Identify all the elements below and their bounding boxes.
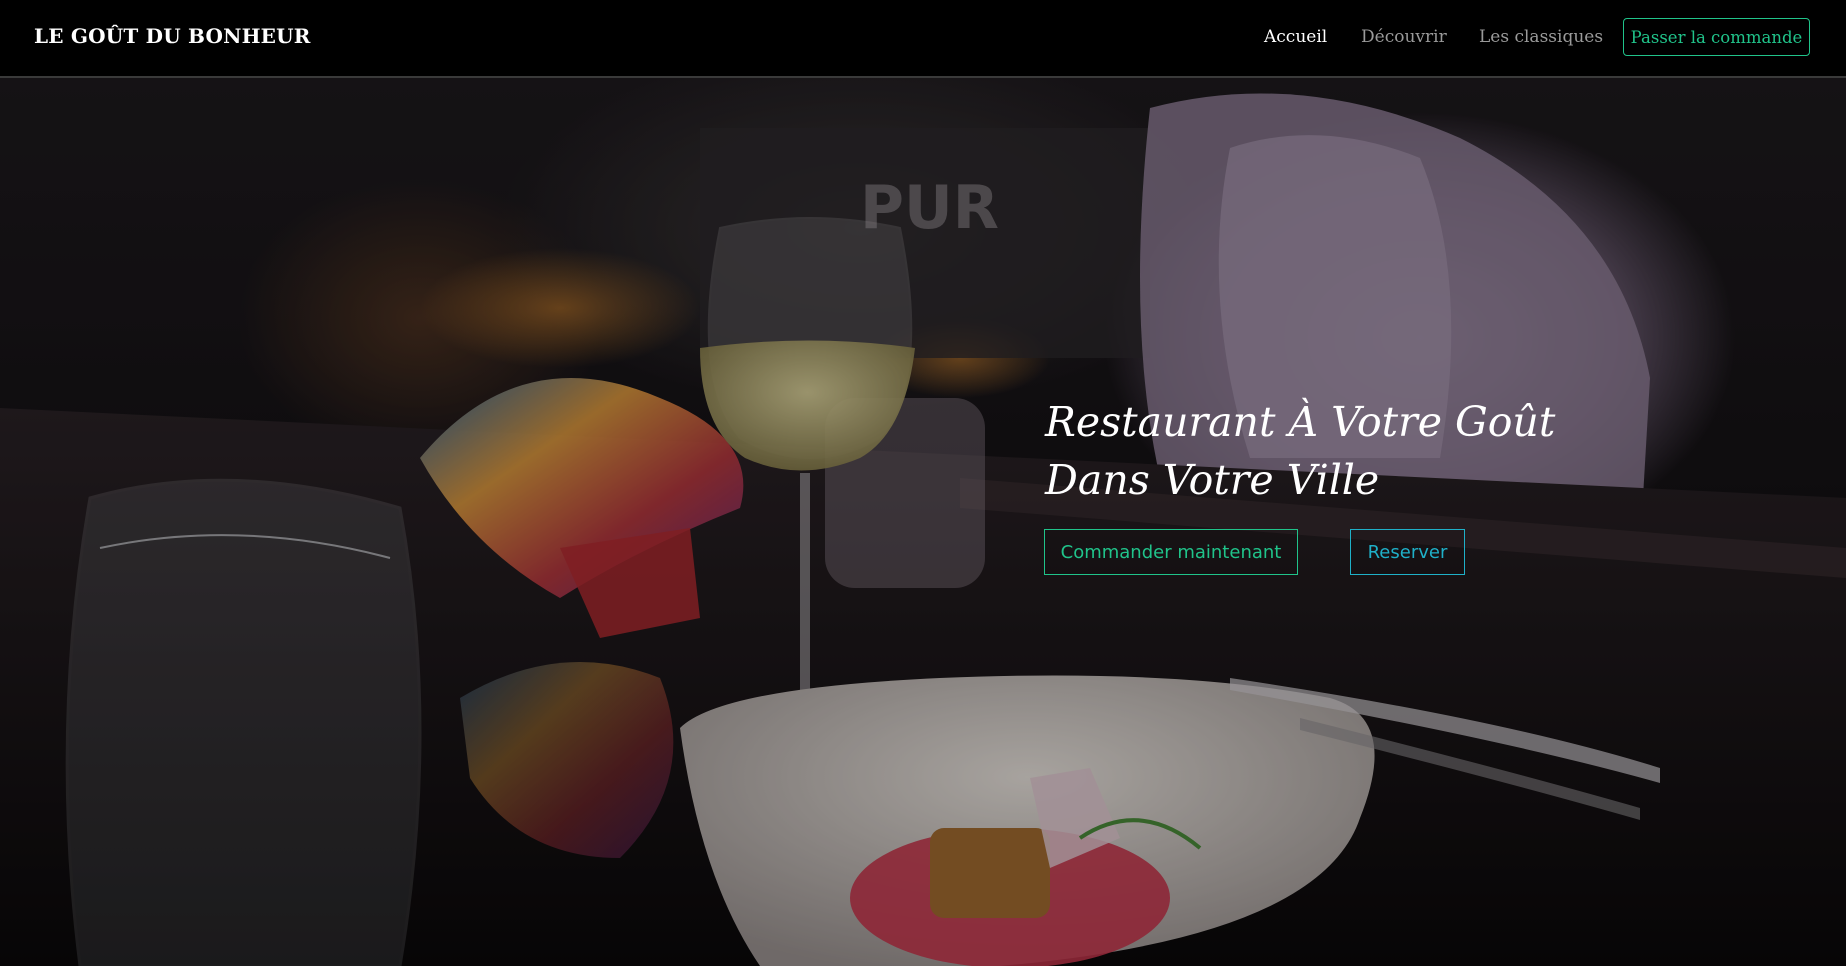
reserve-button[interactable]: Reserver (1350, 529, 1465, 575)
navbar: LE GOÛT DU BONHEUR Accueil Découvrir Les… (0, 0, 1846, 78)
hero-section: PUR Restaurant À Votre Goût Dans Votre V… (0, 78, 1846, 966)
nav-link-accueil[interactable]: Accueil (1264, 27, 1327, 47)
order-now-button[interactable]: Commander maintenant (1044, 529, 1298, 575)
hero-title: Restaurant À Votre Goût Dans Votre Ville (1045, 393, 1565, 509)
nav-link-decouvrir[interactable]: Découvrir (1361, 27, 1447, 47)
hero-title-line1: Restaurant À Votre Goût (1045, 398, 1556, 446)
hero-background-image: PUR (0, 78, 1846, 966)
order-cta-button[interactable]: Passer la commande (1623, 18, 1810, 56)
brand-logo[interactable]: LE GOÛT DU BONHEUR (34, 24, 311, 48)
nav-link-les-classiques[interactable]: Les classiques (1479, 27, 1603, 47)
hero-title-line2: Dans Votre Ville (1045, 456, 1380, 504)
